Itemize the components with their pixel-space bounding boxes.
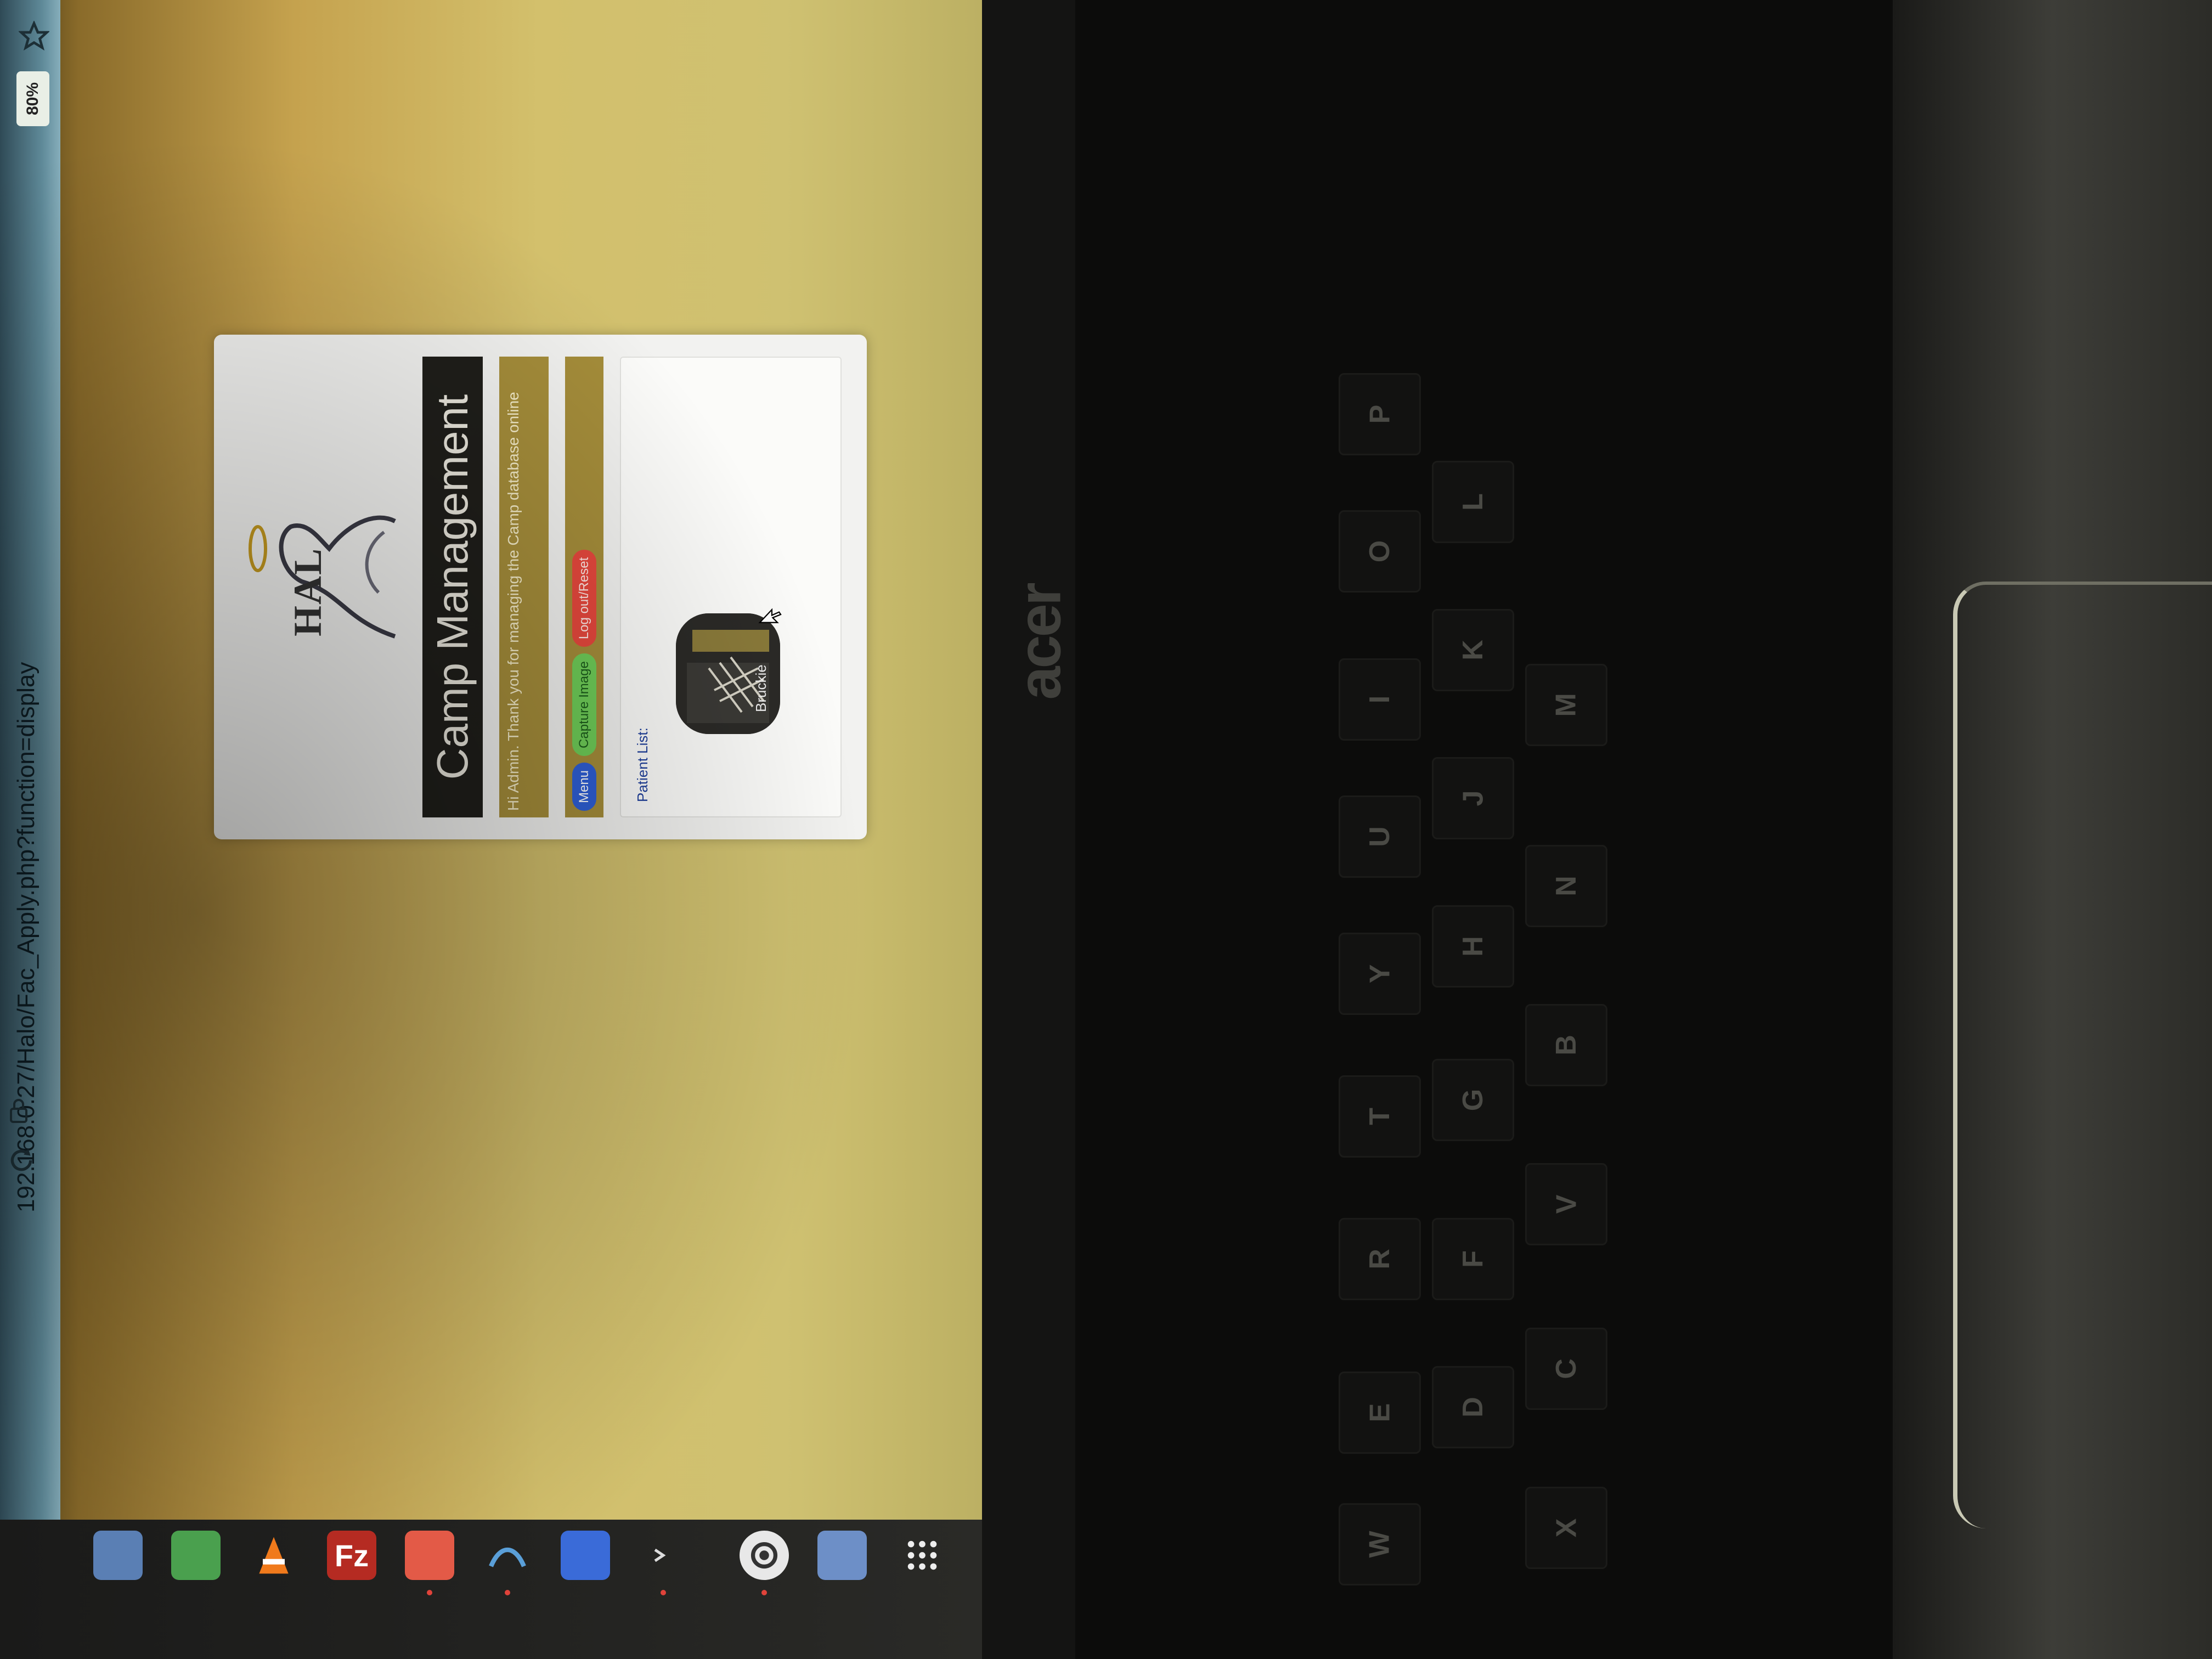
- patient-list-panel: Patient List: Bruckie: [620, 357, 842, 817]
- running-indicator: [427, 1590, 432, 1595]
- key: Y: [1339, 933, 1421, 1015]
- key: G: [1432, 1059, 1514, 1141]
- touchpad: [1953, 582, 2212, 1528]
- vlc-icon[interactable]: [249, 1531, 298, 1580]
- key: K: [1432, 609, 1514, 691]
- running-indicator: [761, 1590, 767, 1595]
- key: J: [1432, 757, 1514, 839]
- key: R: [1339, 1218, 1421, 1300]
- logout-reset-button[interactable]: Log out/Reset: [572, 549, 596, 647]
- filezilla-icon[interactable]: Fz: [327, 1531, 376, 1580]
- inkscape-icon[interactable]: [483, 1531, 532, 1580]
- key: V: [1525, 1163, 1607, 1245]
- key: X: [1525, 1487, 1607, 1569]
- welcome-message: Hi Admin. Thank you for managing the Cam…: [499, 357, 549, 817]
- laptop-screen: 80% 192.168.0.27/Halo/Fac_Apply.php?func…: [0, 0, 982, 1659]
- keyboard: W E R T Y U I O P D F G H J K L X C V B …: [1075, 0, 1893, 1659]
- menu-button[interactable]: Menu: [572, 762, 596, 811]
- patient-list-label: Patient List:: [634, 727, 651, 802]
- key: L: [1432, 461, 1514, 543]
- key: M: [1525, 664, 1607, 746]
- lock-icon: [10, 1099, 27, 1123]
- mouse-cursor-icon: [758, 608, 782, 623]
- key: N: [1525, 845, 1607, 927]
- text-editor-icon[interactable]: [561, 1531, 610, 1580]
- zoom-level-text: 80%: [24, 82, 42, 116]
- key: B: [1525, 1004, 1607, 1086]
- bookmark-star-icon[interactable]: [19, 21, 49, 52]
- halo-logo: HAL: [230, 357, 411, 817]
- key: P: [1339, 373, 1421, 455]
- running-indicator: [661, 1590, 666, 1595]
- key: U: [1339, 795, 1421, 878]
- key: E: [1339, 1372, 1421, 1454]
- key: D: [1432, 1366, 1514, 1448]
- key: F: [1432, 1218, 1514, 1300]
- reload-icon[interactable]: [8, 1147, 35, 1174]
- key: C: [1525, 1328, 1607, 1410]
- page-title: Camp Management: [422, 357, 483, 817]
- browser-address-bar[interactable]: 80% 192.168.0.27/Halo/Fac_Apply.php?func…: [0, 0, 60, 1520]
- key: H: [1432, 905, 1514, 988]
- app-grid-icon[interactable]: [898, 1531, 947, 1580]
- settings-icon[interactable]: [740, 1531, 789, 1580]
- key: T: [1339, 1075, 1421, 1158]
- key: O: [1339, 510, 1421, 592]
- key: W: [1339, 1503, 1421, 1585]
- terminal-icon[interactable]: [639, 1531, 688, 1580]
- capture-image-button[interactable]: Capture Image: [572, 653, 596, 756]
- screen-bezel: [982, 0, 1075, 1659]
- camp-management-card: HAL Camp Management Hi Admin. Thank you …: [214, 335, 867, 839]
- files-icon[interactable]: [93, 1531, 143, 1580]
- logo-text: HAL: [286, 547, 330, 636]
- brand-logo: acer: [1006, 584, 1074, 700]
- patient-name[interactable]: Bruckie: [753, 664, 770, 712]
- spreadsheet-icon[interactable]: [171, 1531, 221, 1580]
- update-icon[interactable]: [817, 1531, 867, 1580]
- key: I: [1339, 658, 1421, 741]
- zoom-level-badge[interactable]: 80%: [16, 71, 49, 126]
- running-indicator: [505, 1590, 510, 1595]
- anydesk-icon[interactable]: [405, 1531, 454, 1580]
- nav-bar: Menu Capture Image Log out/Reset: [565, 357, 603, 817]
